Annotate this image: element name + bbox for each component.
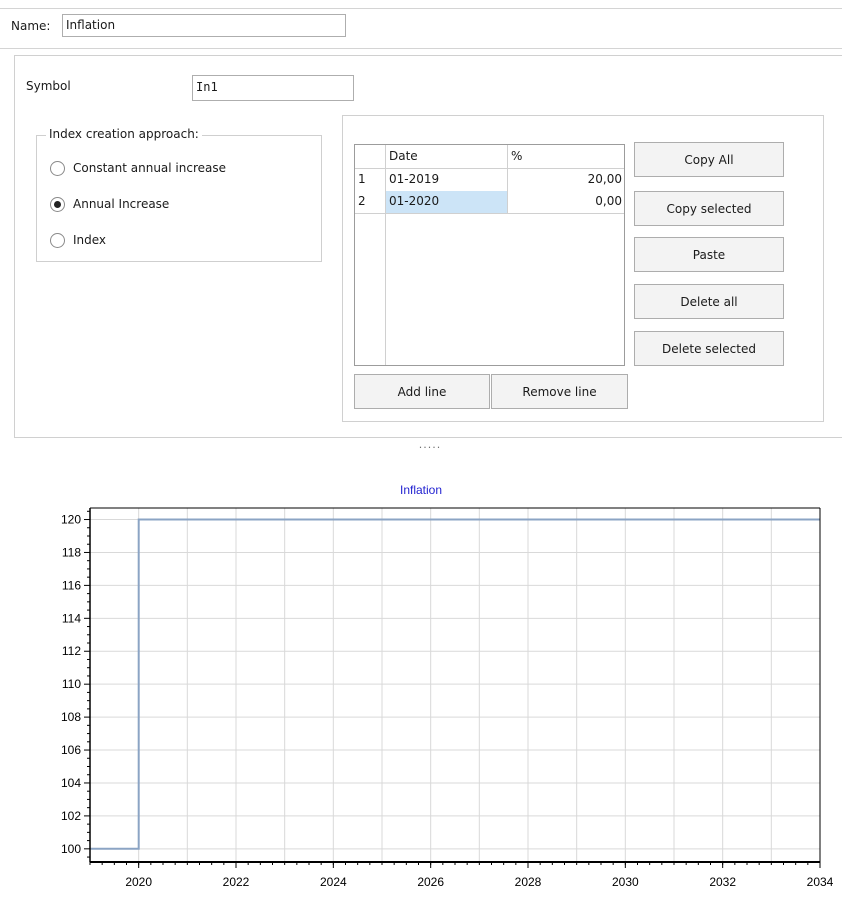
plot-area [90, 508, 820, 862]
table-cell-percent[interactable]: 20,00 [508, 169, 624, 191]
chart-title: Inflation [399, 483, 443, 497]
table-cell-date[interactable]: 01-2019 [386, 169, 508, 191]
column-header-date[interactable]: Date [386, 145, 508, 169]
radio-label: Index [73, 233, 107, 247]
radio-button-icon[interactable] [50, 232, 65, 248]
inflation-chart: 100 102 104 106 108 110 112 114 116 118 120 2020 202… [61, 507, 834, 889]
row-header-column-rule [385, 213, 386, 365]
add-line-button[interactable]: Add line [354, 374, 490, 409]
radio-index[interactable]: Index [50, 231, 106, 249]
top-border [0, 8, 842, 9]
x-tick-label: 2024 [320, 875, 347, 889]
y-tick-label: 110 [62, 677, 81, 691]
x-tick-label: 2030 [612, 875, 639, 889]
table-corner [355, 145, 386, 169]
y-tick-label: 114 [62, 611, 81, 625]
x-tick-label: 2022 [223, 875, 250, 889]
approach-legend: Index creation approach: [46, 127, 202, 141]
y-tick-label: 106 [61, 743, 81, 757]
remove-line-button[interactable]: Remove line [491, 374, 628, 409]
copy-selected-button[interactable]: Copy selected [634, 191, 784, 226]
table-cell-date-selected[interactable]: 01-2020 [386, 191, 508, 213]
symbol-label: Symbol [26, 79, 71, 93]
y-tick-label: 104 [61, 776, 81, 790]
row-number: 1 [355, 169, 386, 191]
y-tick-label: 120 [61, 513, 81, 527]
radio-label: Constant annual increase [73, 161, 227, 175]
name-label: Name: [11, 19, 51, 33]
column-header-percent[interactable]: % [508, 145, 624, 169]
row-divider [355, 213, 624, 214]
name-input[interactable]: Inflation [62, 14, 346, 37]
x-tick-label: 2020 [125, 875, 152, 889]
radio-annual-increase[interactable]: Annual Increase [50, 195, 169, 213]
radio-button-icon[interactable] [50, 160, 65, 176]
delete-all-button[interactable]: Delete all [634, 284, 784, 319]
index-data-table[interactable]: Date % 1 01-2019 20,00 2 01-2020 0,00 [354, 144, 625, 366]
radio-constant-annual-increase[interactable]: Constant annual increase [50, 159, 226, 177]
symbol-input[interactable]: In1 [192, 75, 354, 101]
copy-all-button[interactable]: Copy All [634, 142, 784, 177]
x-tick-label: 2028 [515, 875, 542, 889]
y-tick-label: 102 [61, 809, 81, 823]
x-tick-label: 2026 [417, 875, 444, 889]
splitter-handle[interactable]: ····· [410, 441, 450, 454]
table-cell-percent[interactable]: 0,00 [508, 191, 624, 213]
row-number: 2 [355, 191, 386, 213]
paste-button[interactable]: Paste [634, 237, 784, 272]
y-tick-label: 118 [62, 545, 81, 559]
x-tick-label: 2034 [807, 875, 834, 889]
radio-button-selected-icon[interactable] [50, 196, 65, 212]
y-tick-label: 116 [62, 578, 81, 592]
x-tick-label: 2032 [709, 875, 736, 889]
radio-label: Annual Increase [73, 197, 170, 211]
y-tick-label: 112 [62, 644, 81, 658]
y-tick-label: 108 [61, 710, 81, 724]
header-divider [0, 48, 842, 49]
y-tick-label: 100 [61, 842, 81, 856]
delete-selected-button[interactable]: Delete selected [634, 331, 784, 366]
